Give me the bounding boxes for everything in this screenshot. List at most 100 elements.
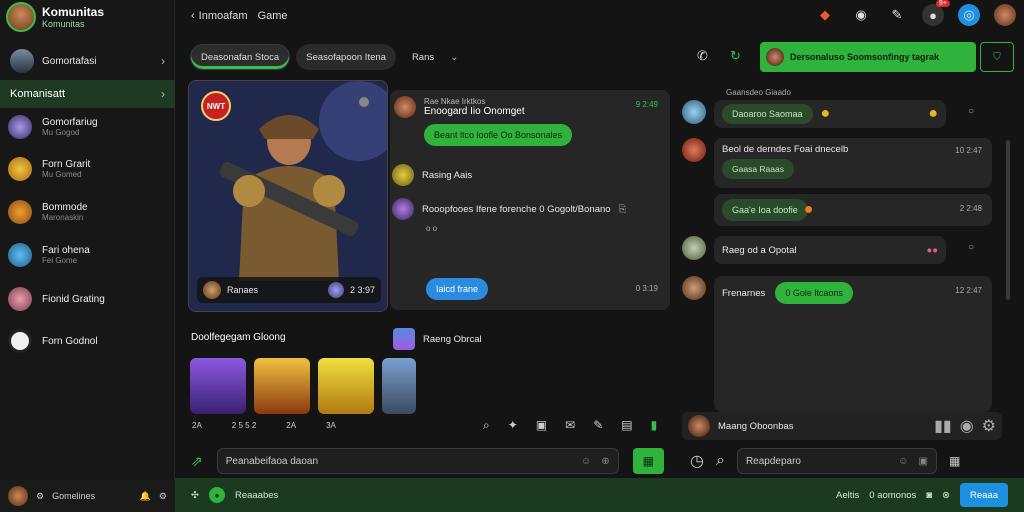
- message-text: Raeg od a Opotal: [722, 244, 797, 256]
- emoji-icon[interactable]: ☺: [898, 456, 908, 467]
- bottom-left-label: Reaaabes: [234, 489, 279, 501]
- thumbnail[interactable]: [382, 358, 416, 414]
- sidebar-item-2[interactable]: Forn Grarit Mu Gomed: [0, 150, 175, 188]
- message-time: 12 2:47: [955, 286, 982, 295]
- gallery-icon[interactable]: ▤: [621, 418, 632, 433]
- brush-icon[interactable]: ✦: [508, 418, 518, 433]
- right-message-input[interactable]: Reapdeparo ☺ ▣: [736, 448, 937, 474]
- send-button[interactable]: ▦: [632, 448, 664, 474]
- more-icon[interactable]: ○: [968, 106, 974, 117]
- chevron-down-icon[interactable]: ⌄: [450, 52, 458, 63]
- phone-icon[interactable]: ✆: [697, 48, 708, 64]
- message-input-placeholder: Peanabeifaoa daoan: [225, 455, 319, 467]
- character-card[interactable]: NWT Ranaes 2 3:97: [188, 80, 388, 312]
- avatar: [203, 281, 221, 299]
- right-footer: Maang Oboonbas ▮▮ ◉ ⚙: [682, 412, 1002, 440]
- message-card[interactable]: Beol de derndes Foai dnecelb Gaasa Raaas…: [714, 138, 992, 188]
- copy-icon[interactable]: ⎘: [619, 204, 627, 215]
- pin-icon[interactable]: ▮: [651, 418, 658, 433]
- topbar-title: Inmoafam: [198, 10, 248, 22]
- sidebar-item-label: Gomorfariug: [42, 117, 98, 128]
- bell-icon[interactable]: 🔔: [140, 491, 151, 502]
- sidebar: Komunitas Komunitas Gomortafasi › Komani…: [0, 0, 175, 512]
- thumbnail[interactable]: [318, 358, 374, 414]
- call-banner[interactable]: Dersonaluso Soomsonfingy tagrak: [760, 42, 976, 72]
- tab-1[interactable]: Deasonafan Stoca: [190, 44, 291, 70]
- message-row: Frenarnes 0 Gole ltcaons: [722, 282, 984, 304]
- gear-icon[interactable]: ⚙: [159, 491, 167, 502]
- chat-time: 9 2:49: [635, 100, 658, 109]
- fire-icon[interactable]: ◆: [814, 4, 836, 26]
- avatar: [8, 115, 32, 139]
- sidebar-item-1[interactable]: Gomorfariug Mu Gogod: [0, 108, 175, 146]
- thumbnail-labels: 2A 2 5 5 2 2A 3A: [192, 421, 336, 430]
- sidebar-item-3[interactable]: Bommode Maronaskin: [0, 193, 175, 231]
- toolbar: ⌕ ✦ ▣ ✉ ✎ ▤ ▮: [483, 418, 657, 433]
- message-bubble[interactable]: Beant ltco loofle Oo Bonsonales: [424, 124, 573, 146]
- settings-icon[interactable]: ⚙: [982, 416, 996, 436]
- grid-icon[interactable]: ▦: [949, 454, 960, 468]
- message-card[interactable]: Daoaroo Saomaa ● ●: [714, 100, 946, 128]
- record-icon[interactable]: ▮▮: [934, 416, 952, 436]
- reaction-icon[interactable]: ●: [928, 105, 938, 123]
- sidebar-header[interactable]: Gomortafasi ›: [0, 44, 175, 78]
- message-input[interactable]: Peanabeifaoa daoan ☺ ⊕: [216, 448, 619, 474]
- thumbnail[interactable]: [190, 358, 246, 414]
- bottom-mid-label: Aeltis: [836, 489, 860, 501]
- avatar[interactable]: [994, 4, 1016, 26]
- avatar: [8, 200, 32, 224]
- app-title: Komunitas: [42, 5, 105, 19]
- more-icon[interactable]: [359, 97, 369, 107]
- globe-icon[interactable]: ◎: [958, 4, 980, 26]
- compass-icon[interactable]: ◉: [850, 4, 872, 26]
- clock-icon[interactable]: ◷: [690, 451, 704, 471]
- camera-icon[interactable]: ◉: [960, 416, 974, 436]
- message-card[interactable]: Raeg od a Opotal ●●: [714, 236, 946, 264]
- scrollbar[interactable]: [1006, 140, 1010, 300]
- settings-icon[interactable]: ⚙: [36, 491, 44, 502]
- tab-2[interactable]: Seasofapoon Itena: [296, 44, 396, 70]
- right-message: Daoaroo Saomaa ● ● ○: [682, 100, 1002, 128]
- sidebar-item-sub: Mu Gogod: [42, 128, 80, 137]
- mail-icon[interactable]: ✉: [565, 418, 575, 433]
- back-icon[interactable]: ‹: [191, 10, 195, 22]
- message-bubble[interactable]: Iaicd frane: [426, 278, 489, 300]
- message-text: Beol de derndes Foai dnecelb: [722, 144, 849, 155]
- sidebar-item-sub: Mu Gomed: [42, 170, 82, 179]
- chevron-right-icon: ›: [161, 87, 165, 101]
- chat-sender: Rae Nkae Irktkos: [424, 97, 486, 106]
- more-icon[interactable]: ○: [968, 242, 974, 253]
- image-icon[interactable]: ▣: [918, 456, 927, 467]
- sidebar-item-5[interactable]: Fionid Grating: [0, 280, 175, 318]
- search-icon[interactable]: ⌕: [483, 418, 490, 433]
- primary-button[interactable]: Reaaa: [960, 483, 1008, 507]
- chat-header: Rae Nkae Irktkos Enoogard Iio Onomget: [394, 96, 525, 118]
- avatar[interactable]: [8, 486, 28, 506]
- message-card[interactable]: Frenarnes 0 Gole ltcaons 12 2:47: [714, 276, 992, 412]
- sidebar-section-label: Komanisatt: [10, 88, 66, 100]
- emoji-icon[interactable]: ☺: [581, 456, 591, 467]
- pencil-icon[interactable]: ✎: [593, 418, 603, 433]
- close-icon[interactable]: ⊗: [942, 490, 950, 501]
- avatar: [394, 96, 416, 118]
- gamepad-icon[interactable]: ✣: [191, 490, 199, 501]
- chat-row: Rasing Aais: [392, 164, 472, 186]
- edit-icon[interactable]: ✎: [886, 4, 908, 26]
- brand[interactable]: Komunitas Komunitas: [6, 2, 104, 32]
- image-icon[interactable]: ▣: [536, 418, 547, 433]
- chat-icon[interactable]: ◙: [926, 490, 932, 501]
- leaf-icon[interactable]: ⇗: [191, 453, 203, 470]
- search-icon[interactable]: ⌕: [716, 452, 725, 470]
- tab-3[interactable]: Rans: [402, 44, 444, 70]
- shield-icon[interactable]: ⛉: [980, 42, 1014, 72]
- refresh-icon[interactable]: ↻: [730, 48, 741, 64]
- attach-icon[interactable]: ⊕: [601, 456, 609, 467]
- thumbnail[interactable]: [254, 358, 310, 414]
- app-root: Komunitas Komunitas Gomortafasi › Komani…: [0, 0, 1024, 512]
- reaction-icon[interactable]: ●●: [927, 245, 938, 256]
- message-card[interactable]: Gaa'e Ioa doofie ● 2 2:48: [714, 194, 992, 226]
- sidebar-item-6[interactable]: Forn Godnol: [0, 322, 175, 360]
- sidebar-item-4[interactable]: Fari ohena Fei Gome: [0, 236, 175, 274]
- sidebar-section[interactable]: Komanisatt ›: [0, 80, 175, 108]
- notifications-icon[interactable]: ● 9+: [922, 0, 950, 26]
